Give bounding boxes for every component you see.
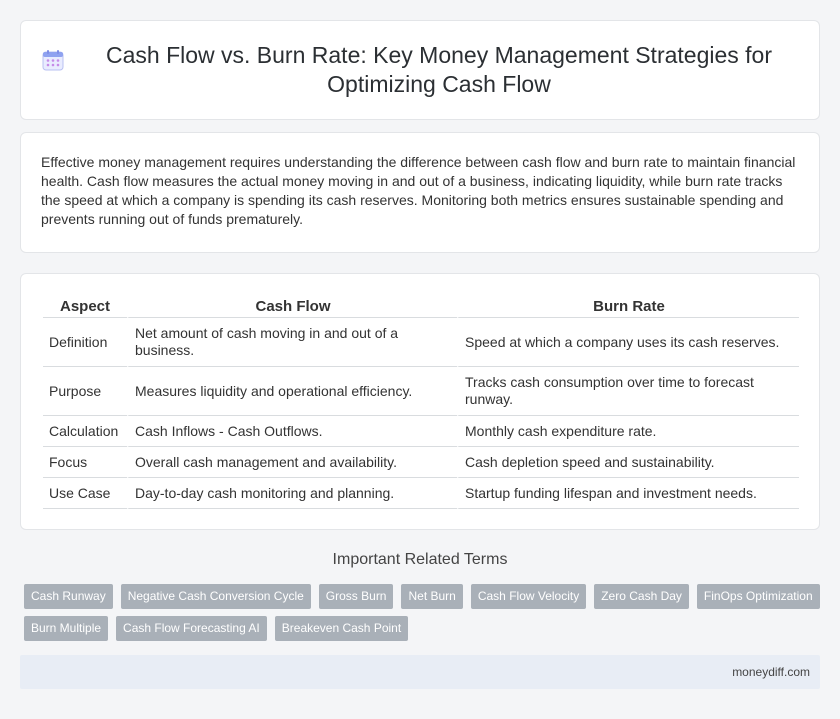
row-burn-rate: Monthly cash expenditure rate. bbox=[457, 416, 799, 447]
header-cash-flow: Cash Flow bbox=[127, 294, 457, 318]
title-card: Cash Flow vs. Burn Rate: Key Money Manag… bbox=[20, 20, 820, 120]
calendar-icon bbox=[42, 50, 64, 71]
intro-card: Effective money management requires unde… bbox=[20, 132, 820, 253]
tag-net-burn[interactable]: Net Burn bbox=[401, 584, 463, 609]
tag-cash-flow-forecasting-ai[interactable]: Cash Flow Forecasting AI bbox=[116, 616, 267, 641]
title-wrap: Cash Flow vs. Burn Rate: Key Money Manag… bbox=[21, 41, 819, 99]
row-cash-flow: Cash Inflows - Cash Outflows. bbox=[127, 416, 457, 447]
footer: moneydiff.com bbox=[20, 655, 820, 689]
comparison-table: Aspect Cash Flow Burn Rate Definition Ne… bbox=[43, 294, 799, 509]
row-aspect: Use Case bbox=[43, 478, 127, 509]
tag-gross-burn[interactable]: Gross Burn bbox=[318, 584, 394, 609]
tag-burn-multiple[interactable]: Burn Multiple bbox=[24, 616, 109, 641]
table-row: Calculation Cash Inflows - Cash Outflows… bbox=[43, 416, 799, 447]
row-burn-rate: Speed at which a company uses its cash r… bbox=[457, 318, 799, 367]
tag-cash-runway[interactable]: Cash Runway bbox=[24, 584, 113, 609]
row-aspect: Focus bbox=[43, 447, 127, 478]
intro-paragraph: Effective money management requires unde… bbox=[41, 154, 796, 227]
tag-negative-cash-conversion-cycle[interactable]: Negative Cash Conversion Cycle bbox=[120, 584, 311, 609]
related-terms-list: Cash Runway Negative Cash Conversion Cyc… bbox=[24, 584, 824, 641]
row-cash-flow: Overall cash management and availability… bbox=[127, 447, 457, 478]
row-burn-rate: Startup funding lifespan and investment … bbox=[457, 478, 799, 509]
row-cash-flow: Net amount of cash moving in and out of … bbox=[127, 318, 457, 367]
row-burn-rate: Tracks cash consumption over time to for… bbox=[457, 367, 799, 416]
table-row: Definition Net amount of cash moving in … bbox=[43, 318, 799, 367]
tag-finops-optimization[interactable]: FinOps Optimization bbox=[696, 584, 820, 609]
table-row: Purpose Measures liquidity and operation… bbox=[43, 367, 799, 416]
row-aspect: Definition bbox=[43, 318, 127, 367]
table-row: Use Case Day-to-day cash monitoring and … bbox=[43, 478, 799, 509]
tag-breakeven-cash-point[interactable]: Breakeven Cash Point bbox=[274, 616, 409, 641]
header-aspect: Aspect bbox=[43, 294, 127, 318]
row-aspect: Purpose bbox=[43, 367, 127, 416]
comparison-card: Aspect Cash Flow Burn Rate Definition Ne… bbox=[20, 273, 820, 530]
page-title: Cash Flow vs. Burn Rate: Key Money Manag… bbox=[105, 42, 773, 97]
row-cash-flow: Measures liquidity and operational effic… bbox=[127, 367, 457, 416]
footer-site-link[interactable]: moneydiff.com bbox=[732, 665, 810, 679]
related-terms-title: Important Related Terms bbox=[332, 551, 508, 568]
row-cash-flow: Day-to-day cash monitoring and planning. bbox=[127, 478, 457, 509]
tag-cash-flow-velocity[interactable]: Cash Flow Velocity bbox=[470, 584, 587, 609]
table-header-row: Aspect Cash Flow Burn Rate bbox=[43, 294, 799, 318]
row-aspect: Calculation bbox=[43, 416, 127, 447]
tag-zero-cash-day[interactable]: Zero Cash Day bbox=[594, 584, 689, 609]
header-burn-rate: Burn Rate bbox=[457, 294, 799, 318]
row-burn-rate: Cash depletion speed and sustainability. bbox=[457, 447, 799, 478]
table-row: Focus Overall cash management and availa… bbox=[43, 447, 799, 478]
